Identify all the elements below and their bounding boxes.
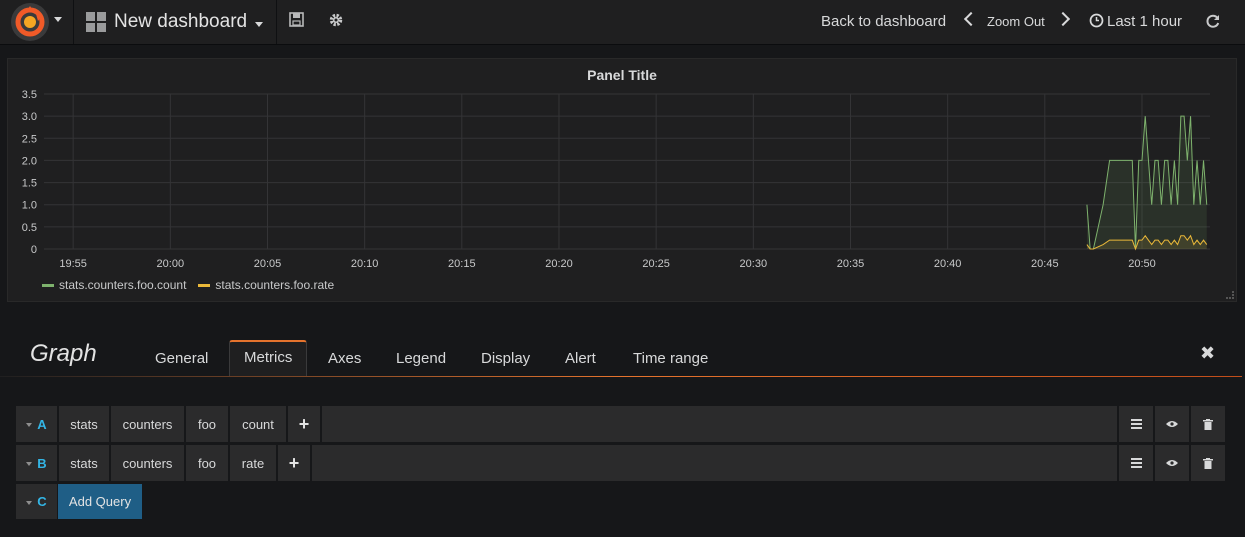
- query-row-filler: [322, 406, 1117, 442]
- x-tick-label: 20:15: [448, 258, 476, 270]
- close-icon[interactable]: ✖: [1200, 343, 1215, 364]
- divider: [276, 0, 277, 44]
- y-tick-label: 1.0: [22, 200, 37, 212]
- x-tick-label: 20:30: [740, 258, 768, 270]
- query-row-filler: [312, 445, 1117, 481]
- tab-alert[interactable]: Alert: [551, 341, 610, 376]
- y-tick-label: 0: [31, 244, 37, 256]
- query-letter-label: B: [37, 455, 47, 471]
- grid-icon: [86, 12, 106, 32]
- query-row: A stats counters foo count +: [16, 406, 1225, 442]
- resize-handle[interactable]: [1226, 291, 1234, 299]
- legend-swatch: [198, 283, 211, 287]
- save-icon[interactable]: [289, 12, 304, 32]
- tabs-underline: [0, 376, 1242, 377]
- legend-label: stats.counters.foo.count: [59, 278, 187, 292]
- x-tick-label: 20:05: [254, 258, 282, 270]
- trash-icon[interactable]: [1191, 445, 1225, 481]
- x-tick-label: 20:20: [545, 258, 573, 270]
- dashboard-title-button[interactable]: New dashboard: [86, 0, 264, 44]
- back-to-dashboard-link[interactable]: Back to dashboard: [821, 13, 946, 30]
- y-tick-label: 2.5: [22, 133, 37, 145]
- gear-icon[interactable]: [328, 12, 344, 33]
- editor-title: Graph: [30, 340, 97, 367]
- query-segment[interactable]: counters: [111, 445, 184, 481]
- query-letter[interactable]: C: [16, 484, 57, 519]
- query-segment[interactable]: stats: [59, 445, 109, 481]
- x-tick-label: 20:40: [934, 258, 962, 270]
- query-segment[interactable]: foo: [186, 406, 228, 442]
- chevron-down-icon: [255, 21, 264, 27]
- legend-item[interactable]: stats.counters.foo.count: [42, 278, 186, 292]
- graph-chart: 0 0.5 1.0 1.5 2.0 2.5 3.0 3.5 19:55 20:00 20:05 20:…: [22, 89, 1210, 270]
- legend-swatch: [42, 283, 54, 287]
- clock-icon: [1089, 13, 1104, 33]
- hamburger-icon[interactable]: [1119, 406, 1153, 442]
- query-row: B stats counters foo rate +: [16, 445, 1225, 481]
- hamburger-icon[interactable]: [1119, 445, 1153, 481]
- tab-axes[interactable]: Axes: [314, 341, 375, 376]
- legend-item[interactable]: stats.counters.foo.rate: [198, 278, 334, 292]
- time-range-picker[interactable]: Last 1 hour: [1107, 13, 1182, 30]
- y-tick-label: 3.5: [22, 89, 37, 101]
- x-tick-label: 19:55: [59, 258, 87, 270]
- trash-icon[interactable]: [1191, 406, 1225, 442]
- tab-general[interactable]: General: [141, 341, 222, 376]
- query-letter[interactable]: A: [16, 406, 57, 442]
- query-letter-label: A: [37, 416, 47, 432]
- query-segment[interactable]: counters: [111, 406, 184, 442]
- chevron-down-icon: [26, 462, 33, 467]
- chevron-down-icon: [26, 423, 33, 428]
- query-letter[interactable]: B: [16, 445, 57, 481]
- eye-icon[interactable]: [1155, 445, 1189, 481]
- graph-panel: Panel Title 0 0.5 1.0 1.5 2.0 2.5 3.0 3.5 19:55 2…: [7, 58, 1237, 302]
- chevron-right-icon[interactable]: [1055, 11, 1071, 27]
- chevron-down-icon: [26, 500, 33, 505]
- x-tick-label: 20:50: [1128, 258, 1156, 270]
- chevron-down-icon[interactable]: [54, 17, 62, 22]
- add-query-button[interactable]: Add Query: [58, 484, 142, 519]
- tab-time-range[interactable]: Time range: [619, 341, 722, 376]
- zoom-out-button[interactable]: Zoom Out: [987, 14, 1045, 29]
- top-navbar: New dashboard Back to dashboard Zoom Out…: [0, 0, 1245, 45]
- query-segment[interactable]: stats: [59, 406, 109, 442]
- add-segment-button[interactable]: +: [288, 406, 320, 442]
- x-tick-label: 20:25: [642, 258, 670, 270]
- x-tick-label: 20:45: [1031, 258, 1059, 270]
- dashboard-title: New dashboard: [114, 11, 248, 32]
- tab-legend[interactable]: Legend: [382, 341, 460, 376]
- y-tick-label: 3.0: [22, 111, 37, 123]
- add-segment-button[interactable]: +: [278, 445, 310, 481]
- panel-editor-header: Graph General Metrics Axes Legend Displa…: [0, 330, 1245, 376]
- tab-metrics[interactable]: Metrics: [229, 340, 308, 376]
- tab-display[interactable]: Display: [467, 341, 544, 376]
- grafana-logo-icon[interactable]: [10, 2, 50, 42]
- refresh-icon[interactable]: [1205, 13, 1221, 34]
- legend-label: stats.counters.foo.rate: [215, 278, 335, 292]
- y-tick-label: 2.0: [22, 155, 37, 167]
- query-segment[interactable]: count: [230, 406, 286, 442]
- y-tick-label: 0.5: [22, 222, 37, 234]
- x-tick-label: 20:10: [351, 258, 379, 270]
- new-query-row: C: [16, 484, 57, 520]
- divider: [73, 0, 74, 44]
- query-letter-label: C: [37, 494, 47, 509]
- x-tick-label: 20:35: [837, 258, 865, 270]
- y-tick-label: 1.5: [22, 178, 37, 190]
- x-tick-label: 20:00: [157, 258, 185, 270]
- legend: stats.counters.foo.count stats.counters.…: [42, 278, 334, 292]
- chevron-left-icon[interactable]: [963, 11, 979, 27]
- query-segment[interactable]: foo: [186, 445, 228, 481]
- eye-icon[interactable]: [1155, 406, 1189, 442]
- query-segment[interactable]: rate: [230, 445, 276, 481]
